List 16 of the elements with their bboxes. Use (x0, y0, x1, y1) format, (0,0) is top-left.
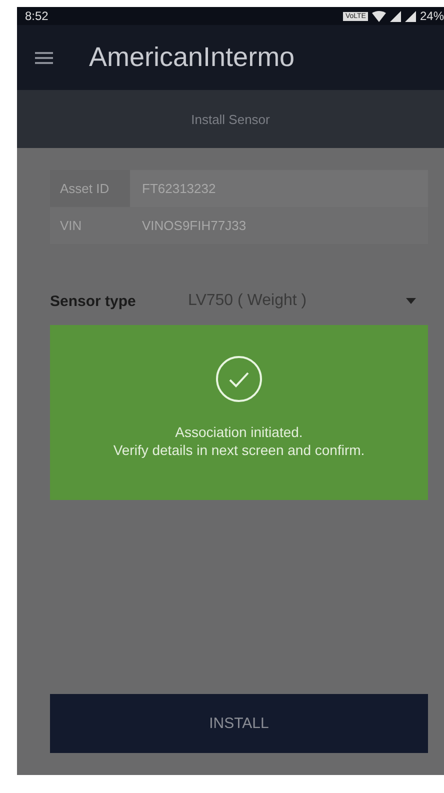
toast-message: Association initiated. (175, 423, 303, 441)
signal-icon (390, 10, 401, 22)
status-time: 8:52 (25, 9, 48, 23)
sensor-type-label: Sensor type (50, 292, 137, 310)
menu-icon[interactable] (35, 50, 53, 64)
field-label: Asset ID (50, 170, 130, 207)
toast-message: Verify details in next screen and confirm. (113, 441, 365, 459)
field-value: VINOS9FIH77J33 (141, 218, 246, 233)
app-title: AmericanIntermo (89, 42, 295, 73)
wifi-icon (372, 10, 386, 22)
check-circle-icon (215, 355, 263, 403)
caret-icon (406, 298, 416, 304)
install-button[interactable]: INSTALL (50, 694, 428, 753)
battery-level: 24% (420, 9, 444, 23)
screen-title: Install Sensor (191, 112, 270, 126)
signal-icon (404, 10, 416, 22)
